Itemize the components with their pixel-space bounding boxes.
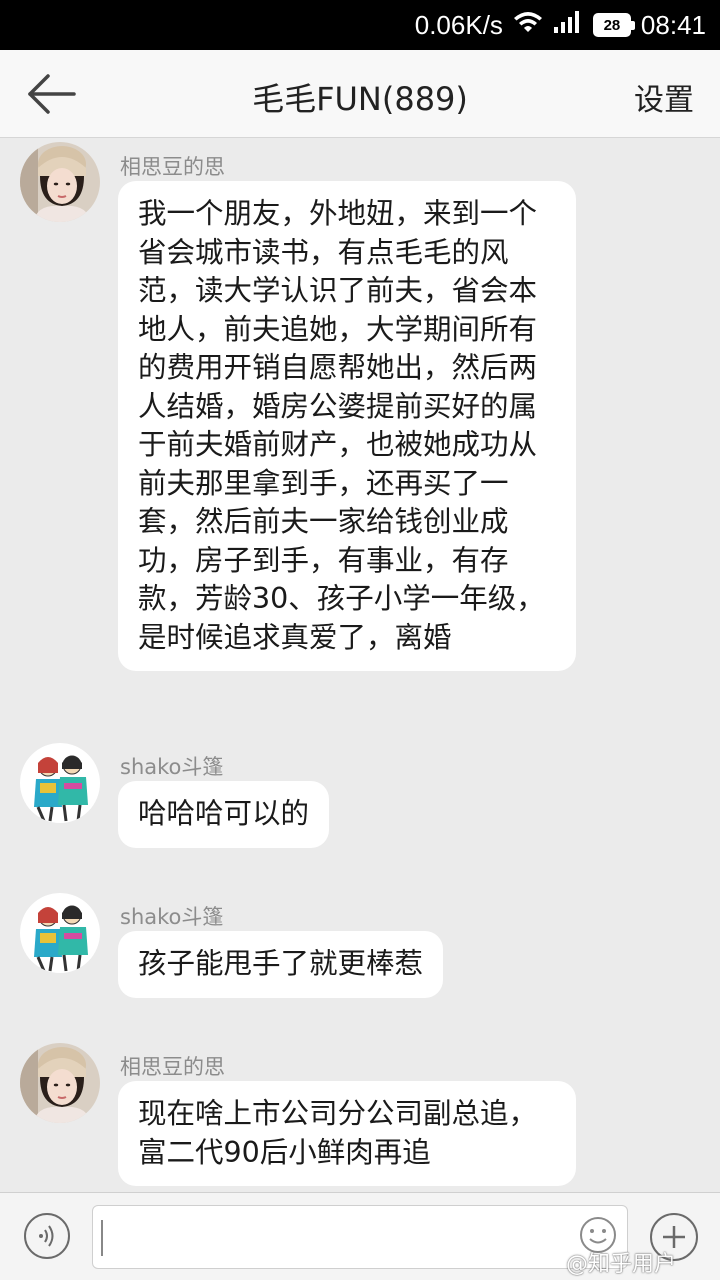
- voice-button[interactable]: [24, 1213, 70, 1259]
- avatar[interactable]: [20, 893, 100, 973]
- message-list[interactable]: 相思豆的思 我一个朋友，外地妞，来到一个省会城市读书，有点毛毛的风范，读大学认识…: [0, 139, 720, 1192]
- battery-icon: 28: [592, 13, 635, 37]
- message-bubble[interactable]: 我一个朋友，外地妞，来到一个省会城市读书，有点毛毛的风范，读大学认识了前夫，省会…: [118, 181, 576, 671]
- message-bubble[interactable]: 哈哈哈可以的: [118, 781, 330, 848]
- message-bubble[interactable]: 孩子能甩手了就更棒惹: [118, 931, 444, 998]
- avatar[interactable]: [20, 142, 100, 222]
- watermark: @知乎用户: [566, 1252, 677, 1277]
- arrow-left-icon: [28, 74, 76, 114]
- female-avatar-icon: [20, 1043, 100, 1123]
- voice-icon: [39, 1225, 54, 1247]
- battery-level: 28: [603, 16, 621, 34]
- network-speed: 0.06K/s: [414, 9, 503, 40]
- illustrated-couple-avatar-icon: [20, 893, 100, 973]
- wifi-icon: [513, 10, 543, 41]
- sender-name: 相思豆的思: [120, 155, 225, 179]
- avatar[interactable]: [20, 743, 100, 823]
- clock: 08:41: [640, 9, 706, 40]
- female-avatar-icon: [20, 142, 100, 222]
- settings-button[interactable]: 设置: [634, 75, 694, 119]
- avatar[interactable]: [20, 1043, 100, 1123]
- sender-name: 相思豆的思: [120, 1055, 225, 1079]
- illustrated-couple-avatar-icon: [20, 743, 100, 823]
- message-bubble[interactable]: 现在啥上市公司分公司副总追，富二代90后小鲜肉再追: [118, 1081, 576, 1186]
- status-bar: 0.06K/s 28 08:41: [0, 0, 720, 50]
- page-title: 毛毛FUN(889): [252, 80, 468, 118]
- back-button[interactable]: [24, 68, 80, 120]
- signal-icon: [553, 10, 583, 41]
- app-header: 毛毛FUN(889) 设置: [0, 50, 720, 138]
- text-caret: [101, 1220, 103, 1256]
- message-input[interactable]: [92, 1205, 628, 1269]
- sender-name: shako斗篷: [120, 905, 224, 929]
- sender-name: shako斗篷: [120, 755, 224, 779]
